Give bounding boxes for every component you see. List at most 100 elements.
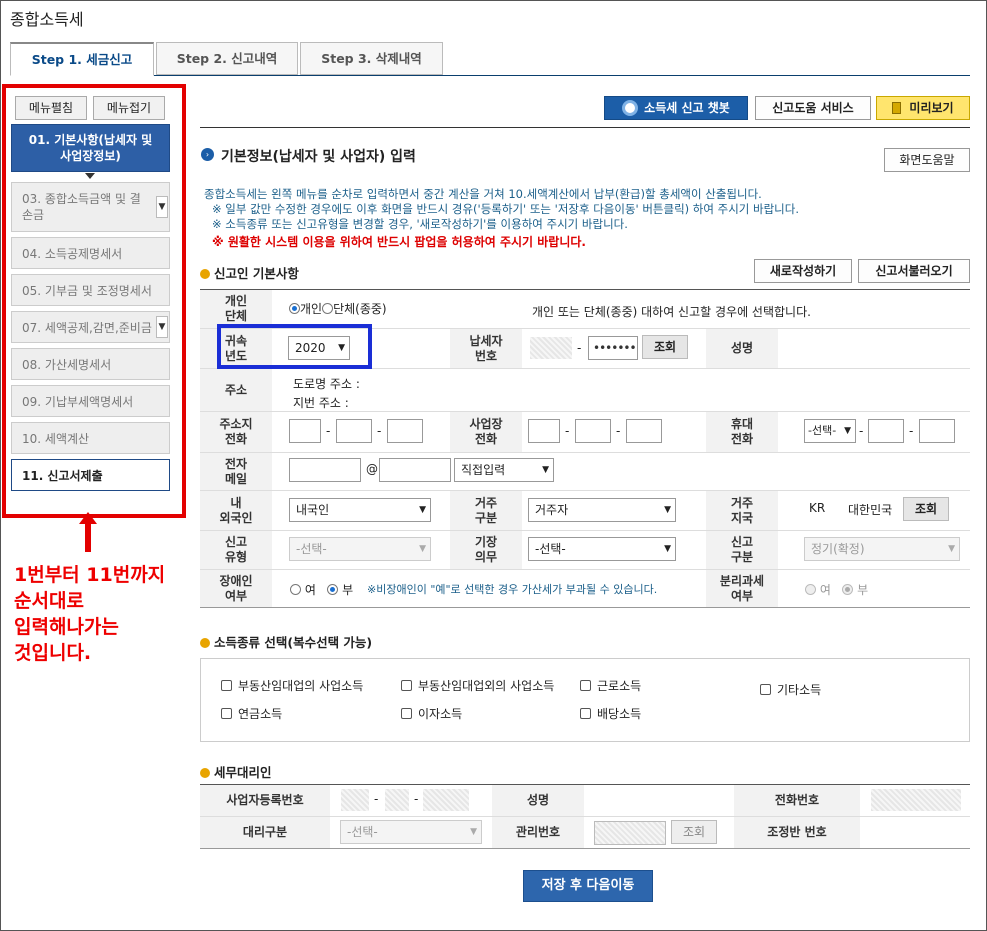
agent-biz-no-2[interactable]	[385, 789, 409, 811]
taxpayer-number-front[interactable]	[530, 337, 572, 359]
chatbot-icon	[622, 100, 639, 116]
checkbox[interactable]	[221, 708, 232, 719]
table-top-line	[200, 289, 970, 290]
biz-phone-2[interactable]	[575, 419, 611, 443]
email-id-input[interactable]	[289, 458, 361, 482]
country-name: 대한민국	[848, 503, 893, 517]
home-phone-1[interactable]	[289, 419, 321, 443]
save-next-button[interactable]: 저장 후 다음이동	[523, 870, 653, 902]
tab-step2[interactable]: Step 2. 신고내역	[156, 42, 298, 75]
agent-mgmt-no-input[interactable]	[594, 821, 666, 845]
email-label: 전자 메일	[200, 453, 272, 490]
income-option-label: 연금소득	[238, 707, 283, 721]
mobile-prefix-select[interactable]: -선택-	[804, 419, 856, 443]
radio-disabled-no[interactable]	[327, 584, 339, 595]
dash: -	[909, 424, 914, 438]
mobile-2[interactable]	[868, 419, 904, 443]
radio-no-label: 부	[342, 583, 354, 597]
radio-sep-yes[interactable]	[805, 584, 816, 595]
chatbot-button[interactable]: 소득세 신고 챗봇	[604, 96, 748, 120]
section-bullet-icon: ›	[201, 148, 214, 161]
row-divider	[200, 569, 970, 570]
name-label: 성명	[706, 329, 778, 368]
income-option[interactable]: 기타소득	[760, 681, 821, 698]
income-title: 소득종류 선택(복수선택 가능)	[200, 632, 372, 651]
income-option[interactable]: 이자소득	[401, 705, 462, 722]
biz-phone-3[interactable]	[626, 419, 662, 443]
report-type-select[interactable]: -선택-	[289, 537, 431, 561]
radio-yes-label: 여	[819, 583, 831, 597]
document-icon	[892, 102, 902, 114]
taxpayer-lookup-button[interactable]: 조회	[642, 335, 688, 359]
agent-biz-no-1[interactable]	[341, 789, 369, 811]
radio-individual[interactable]	[289, 303, 300, 314]
basic-info-title: 신고인 기본사항	[200, 263, 299, 282]
checkbox[interactable]	[401, 708, 412, 719]
bookkeeping-select[interactable]: -선택-	[528, 537, 676, 561]
agent-mgmt-no-label: 관리번호	[492, 817, 584, 848]
checkbox[interactable]	[580, 680, 591, 691]
info-note: ※ 소득종류 또는 신고유형을 변경할 경우, '새로작성하기'를 이용하여 주…	[212, 217, 628, 231]
tab-step3[interactable]: Step 3. 삭제내역	[300, 42, 443, 75]
agent-lookup-button[interactable]: 조회	[671, 820, 717, 844]
agent-name-label: 성명	[492, 785, 584, 816]
income-option-label: 기타소득	[777, 683, 822, 697]
highlight-box	[2, 84, 186, 518]
checkbox[interactable]	[580, 708, 591, 719]
taxpayer-number-back[interactable]: •••••••	[588, 336, 638, 360]
email-domain-input[interactable]	[379, 458, 451, 482]
new-write-button[interactable]: 새로작성하기	[754, 259, 852, 283]
income-option-label: 부동산임대업외의 사업소득	[418, 679, 555, 693]
home-phone-3[interactable]	[387, 419, 423, 443]
income-option[interactable]: 근로소득	[580, 677, 641, 694]
tab-step1[interactable]: Step 1. 세금신고	[10, 42, 154, 76]
income-option[interactable]: 배당소득	[580, 705, 641, 722]
dash: -	[374, 792, 379, 806]
dash: -	[616, 424, 621, 438]
separate-tax-radio-group[interactable]: 여 부	[805, 581, 868, 598]
report-division-select[interactable]: 정기(확정)	[804, 537, 960, 561]
checkbox[interactable]	[221, 680, 232, 691]
country-lookup-button[interactable]: 조회	[903, 497, 949, 521]
up-arrow-icon	[79, 512, 97, 552]
dash: -	[565, 424, 570, 438]
row-divider	[200, 411, 970, 412]
taxpayer-number-label: 납세자 번호	[450, 329, 522, 368]
agent-phone-input[interactable]	[871, 789, 961, 811]
checkbox[interactable]	[401, 680, 412, 691]
type-description: 개인 또는 단체(종중) 대하여 신고할 경우에 선택합니다.	[532, 305, 811, 319]
biz-phone-1[interactable]	[528, 419, 560, 443]
dash: -	[577, 341, 582, 355]
disabled-radio-group[interactable]: 여 부	[290, 581, 353, 598]
agent-biz-no-3[interactable]	[423, 789, 469, 811]
road-address: 도로명 주소 :	[293, 377, 360, 391]
income-option[interactable]: 연금소득	[221, 705, 282, 722]
nationality-select[interactable]: 내국인	[289, 498, 431, 522]
home-phone-2[interactable]	[336, 419, 372, 443]
help-service-button[interactable]: 신고도움 서비스	[755, 96, 871, 120]
agent-phone-label: 전화번호	[734, 785, 860, 816]
email-domain-select[interactable]: 직접입력	[454, 458, 554, 482]
agent-biz-no-label: 사업자등록번호	[200, 785, 330, 816]
residency-select[interactable]: 거주자	[528, 498, 676, 522]
section-title: 기본정보(납세자 및 사업자) 입력	[221, 149, 416, 165]
address-label: 주소	[200, 369, 272, 411]
mobile-3[interactable]	[919, 419, 955, 443]
income-option[interactable]: 부동산임대업외의 사업소득	[401, 677, 554, 694]
preview-button[interactable]: 미리보기	[876, 96, 970, 120]
screen-help-button[interactable]: 화면도움말	[884, 148, 970, 172]
income-option-label: 부동산임대업의 사업소득	[238, 679, 364, 693]
radio-group[interactable]	[322, 303, 334, 314]
info-note: ※ 일부 값만 수정한 경우에도 이후 화면을 반드시 경유('등록하기' 또는…	[212, 202, 799, 216]
income-option[interactable]: 부동산임대업의 사업소득	[221, 677, 363, 694]
type-label: 개인 단체	[200, 290, 272, 328]
agent-type-select[interactable]: -선택-	[340, 820, 482, 844]
radio-sep-no[interactable]	[842, 584, 854, 595]
dash: -	[326, 424, 331, 438]
load-report-button[interactable]: 신고서불러오기	[858, 259, 970, 283]
type-radio-group[interactable]: 개인 단체(종중)	[289, 300, 387, 317]
radio-disabled-yes[interactable]	[290, 584, 301, 595]
checkbox[interactable]	[760, 684, 771, 695]
dash: -	[414, 792, 419, 806]
basic-info-title-text: 신고인 기본사항	[214, 266, 299, 281]
